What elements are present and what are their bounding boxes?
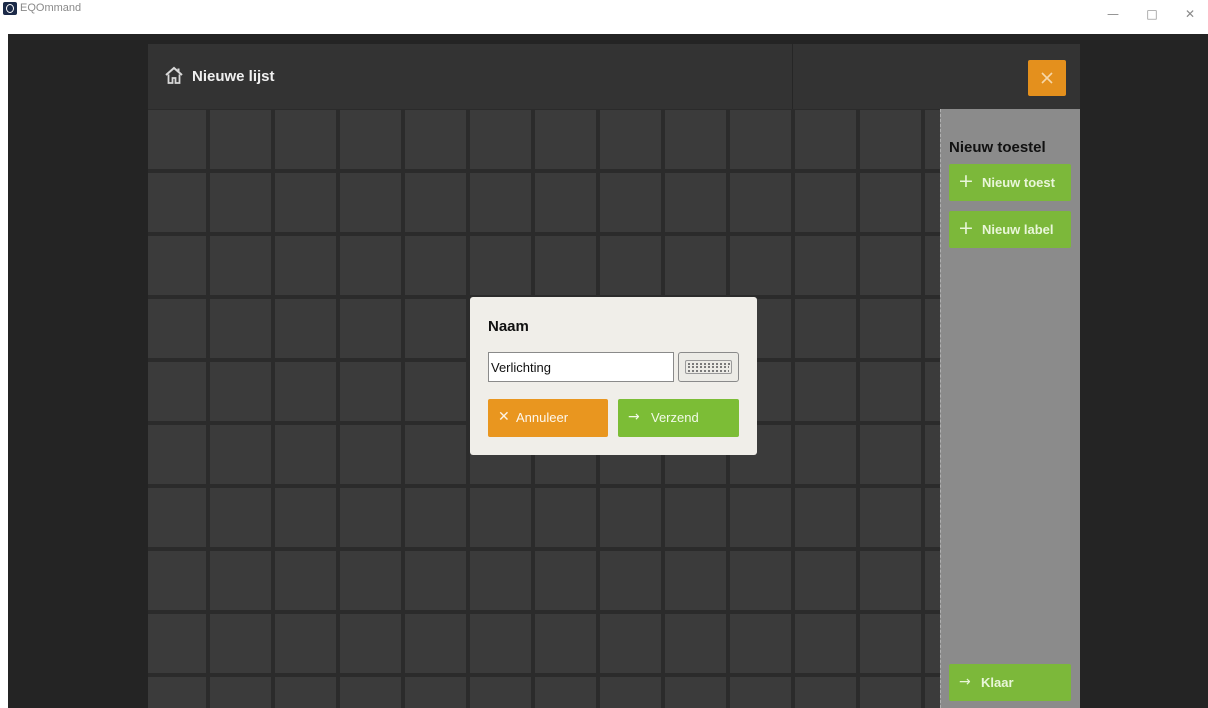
new-label-label: Nieuw label (982, 222, 1054, 237)
cancel-label: Annuleer (516, 410, 569, 425)
sidebar: Nieuw toestel + Nieuw toest + Nieuw labe… (940, 109, 1080, 708)
name-dialog: Naam ✕ Annuleer → Verzend (470, 297, 757, 455)
arrow-right-icon: → (959, 674, 971, 690)
keyboard-icon (685, 360, 732, 374)
x-icon: ✕ (498, 409, 510, 425)
page-header: Nieuwe lijst (148, 44, 1080, 109)
new-device-button[interactable]: + Nieuw toest (949, 164, 1071, 201)
plus-icon: + (958, 217, 974, 239)
send-button[interactable]: → Verzend (618, 399, 739, 437)
dialog-title: Naam (488, 318, 529, 335)
window-left-edge (0, 34, 8, 708)
close-button[interactable] (1028, 60, 1066, 96)
app-logo-icon (3, 2, 17, 15)
header-divider (792, 44, 793, 109)
done-label: Klaar (981, 675, 1014, 690)
name-input[interactable] (488, 352, 674, 382)
window-close-icon[interactable]: ✕ (1175, 6, 1205, 22)
maximize-icon[interactable]: □ (1137, 6, 1167, 22)
send-label: Verzend (651, 410, 699, 425)
window-title: EQOmmand (20, 2, 82, 14)
page-title: Nieuwe lijst (192, 68, 275, 85)
new-device-label: Nieuw toest (982, 175, 1055, 190)
new-label-button[interactable]: + Nieuw label (949, 211, 1071, 248)
window-titlebar: EQOmmand — □ ✕ (0, 0, 1208, 34)
close-icon (1041, 72, 1053, 84)
cancel-button[interactable]: ✕ Annuleer (488, 399, 608, 437)
sidebar-heading: Nieuw toestel (949, 139, 1046, 156)
home-icon[interactable] (164, 66, 184, 86)
plus-icon: + (958, 170, 974, 192)
minimize-icon[interactable]: — (1098, 6, 1128, 22)
keyboard-button[interactable] (678, 352, 739, 382)
done-button[interactable]: → Klaar (949, 664, 1071, 701)
arrow-right-icon: → (628, 409, 640, 425)
